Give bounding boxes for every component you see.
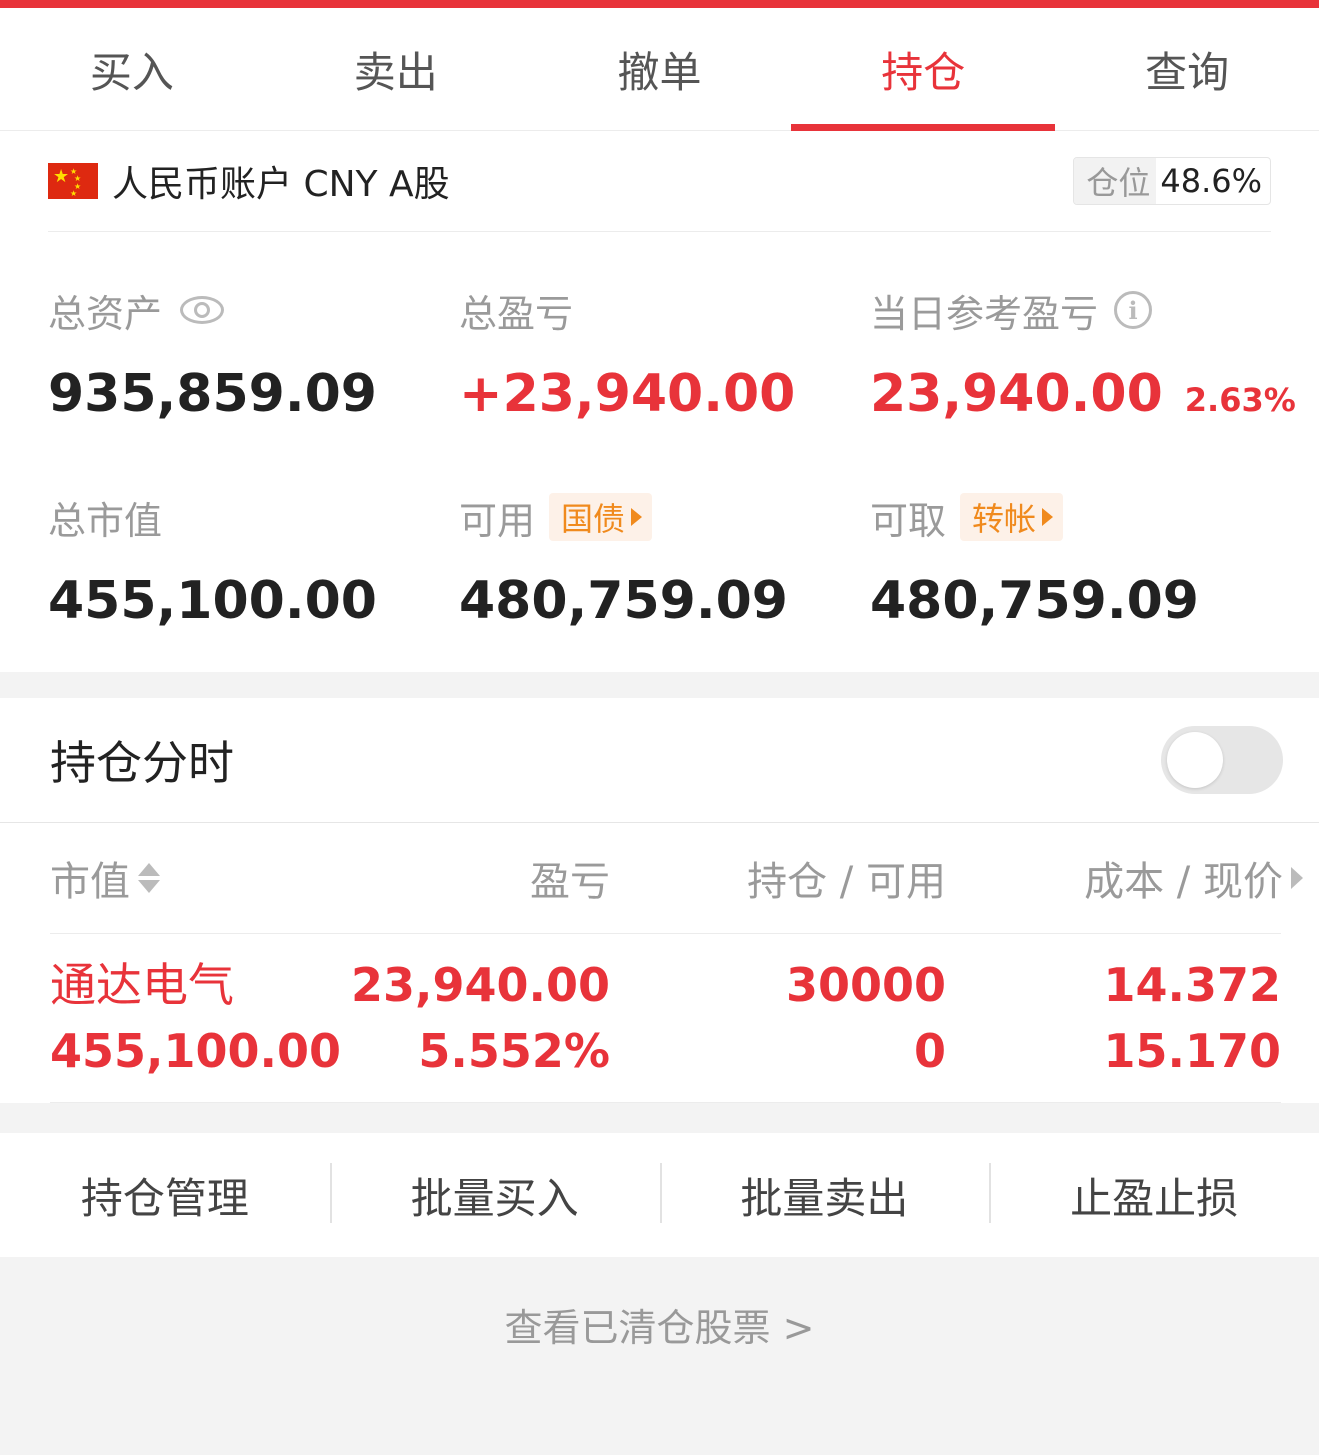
account-header: ★ ★ ★ ★ ★ 人民币账户 CNY A股 仓位 48.6% [48, 131, 1271, 232]
caret-right-icon[interactable] [1291, 867, 1303, 889]
row-market-value: 455,100.00 [50, 1024, 342, 1078]
column-cost[interactable]: 成本 / 现价 [946, 849, 1303, 907]
metric-total-pnl: 总盈亏 +23,940.00 [459, 232, 870, 439]
transfer-button[interactable]: 转帐 [960, 493, 1064, 541]
row-cost: 14.372 [1103, 958, 1281, 1012]
daily-pnl-row: 23,940.00 2.63% [870, 364, 1296, 424]
cleared-stocks-link[interactable]: 查看已清仓股票 > [0, 1257, 1319, 1352]
row-available: 0 [913, 1024, 946, 1078]
info-icon[interactable]: i [1114, 291, 1153, 329]
trade-tabs: 买入 卖出 撤单 持仓 查询 [0, 8, 1319, 131]
holdings-header: 持仓分时 [0, 698, 1319, 823]
daily-pnl-label: 当日参考盈亏 [870, 291, 1099, 336]
take-profit-stop-loss-button[interactable]: 止盈止损 [989, 1162, 1319, 1226]
metric-withdrawable: 可取 转帐 480,759.09 [870, 439, 1270, 646]
available-label: 可用 [459, 498, 536, 543]
account-metrics: 总资产 935,859.09 总盈亏 +23,940.00 当日参考盈亏 i 2… [48, 232, 1296, 646]
batch-buy-button[interactable]: 批量买入 [329, 1162, 660, 1226]
tab-buy[interactable]: 买入 [0, 8, 264, 130]
batch-sell-button[interactable]: 批量卖出 [659, 1162, 990, 1226]
column-cost-label: 成本 / 现价 [1084, 859, 1283, 905]
column-shares: 持仓 / 可用 [747, 859, 946, 905]
position-label: 仓位 [1074, 158, 1157, 204]
row-price: 15.170 [1103, 1024, 1281, 1078]
total-assets-label: 总资产 [48, 291, 163, 336]
daily-pnl-value: 23,940.00 [870, 364, 1163, 424]
withdrawable-label: 可取 [870, 498, 947, 543]
column-market-value-label: 市值 [50, 859, 130, 905]
column-pnl: 盈亏 [530, 859, 610, 905]
transfer-label: 转帐 [972, 500, 1037, 538]
tab-holdings[interactable]: 持仓 [791, 8, 1055, 131]
holdings-actions: 持仓管理 批量买入 批量卖出 止盈止损 [0, 1133, 1319, 1257]
caret-right-icon [631, 508, 643, 526]
tab-query[interactable]: 查询 [1055, 8, 1319, 130]
table-header: 市值 盈亏 持仓 / 可用 成本 / 现价 [50, 823, 1303, 934]
manage-holdings-button[interactable]: 持仓管理 [0, 1165, 330, 1226]
daily-pnl-percent: 2.63% [1184, 381, 1296, 419]
sort-icon[interactable] [138, 863, 160, 893]
caret-right-icon [1042, 508, 1054, 526]
holdings-timeshare-title: 持仓分时 [50, 736, 234, 790]
holdings-timeshare-toggle[interactable] [1161, 726, 1283, 794]
holdings-table: 市值 盈亏 持仓 / 可用 成本 / 现价 通达电气 23,940.00 300… [0, 823, 1319, 1103]
total-pnl-label: 总盈亏 [459, 291, 574, 336]
total-pnl-value: +23,940.00 [459, 364, 796, 424]
metric-total-assets: 总资产 935,859.09 [48, 232, 459, 439]
row-shares: 30000 [785, 958, 946, 1012]
metric-available: 可用 国债 480,759.09 [459, 439, 870, 646]
market-value-label: 总市值 [48, 498, 163, 543]
metric-daily-pnl: 当日参考盈亏 i 23,940.00 2.63% [870, 232, 1296, 439]
tab-cancel[interactable]: 撤单 [528, 8, 792, 130]
row-pnl-percent: 5.552% [418, 1024, 610, 1078]
column-market-value[interactable]: 市值 [50, 849, 310, 907]
position-ratio-badge: 仓位 48.6% [1073, 157, 1271, 205]
withdrawable-value: 480,759.09 [870, 571, 1199, 631]
treasury-bond-label: 国债 [561, 500, 626, 538]
account-selector[interactable]: ★ ★ ★ ★ ★ 人民币账户 CNY A股 [48, 155, 450, 207]
row-pnl: 23,940.00 [351, 958, 610, 1012]
eye-icon[interactable] [180, 296, 225, 324]
top-accent-bar [0, 0, 1319, 8]
total-assets-value: 935,859.09 [48, 364, 377, 424]
stock-name: 通达电气 [50, 958, 234, 1012]
china-flag-icon: ★ ★ ★ ★ ★ [48, 163, 98, 199]
market-value-value: 455,100.00 [48, 571, 377, 631]
table-row[interactable]: 通达电气 23,940.00 30000 14.372 455,100.00 5… [50, 934, 1281, 1103]
toggle-knob [1167, 732, 1223, 788]
position-value: 48.6% [1160, 162, 1262, 200]
metric-market-value: 总市值 455,100.00 [48, 439, 459, 646]
available-value: 480,759.09 [459, 571, 788, 631]
account-card: ★ ★ ★ ★ ★ 人民币账户 CNY A股 仓位 48.6% 总资产 935,… [0, 131, 1319, 672]
account-name: 人民币账户 CNY A股 [112, 164, 450, 205]
tab-sell[interactable]: 卖出 [264, 8, 528, 130]
treasury-bond-button[interactable]: 国债 [549, 493, 653, 541]
